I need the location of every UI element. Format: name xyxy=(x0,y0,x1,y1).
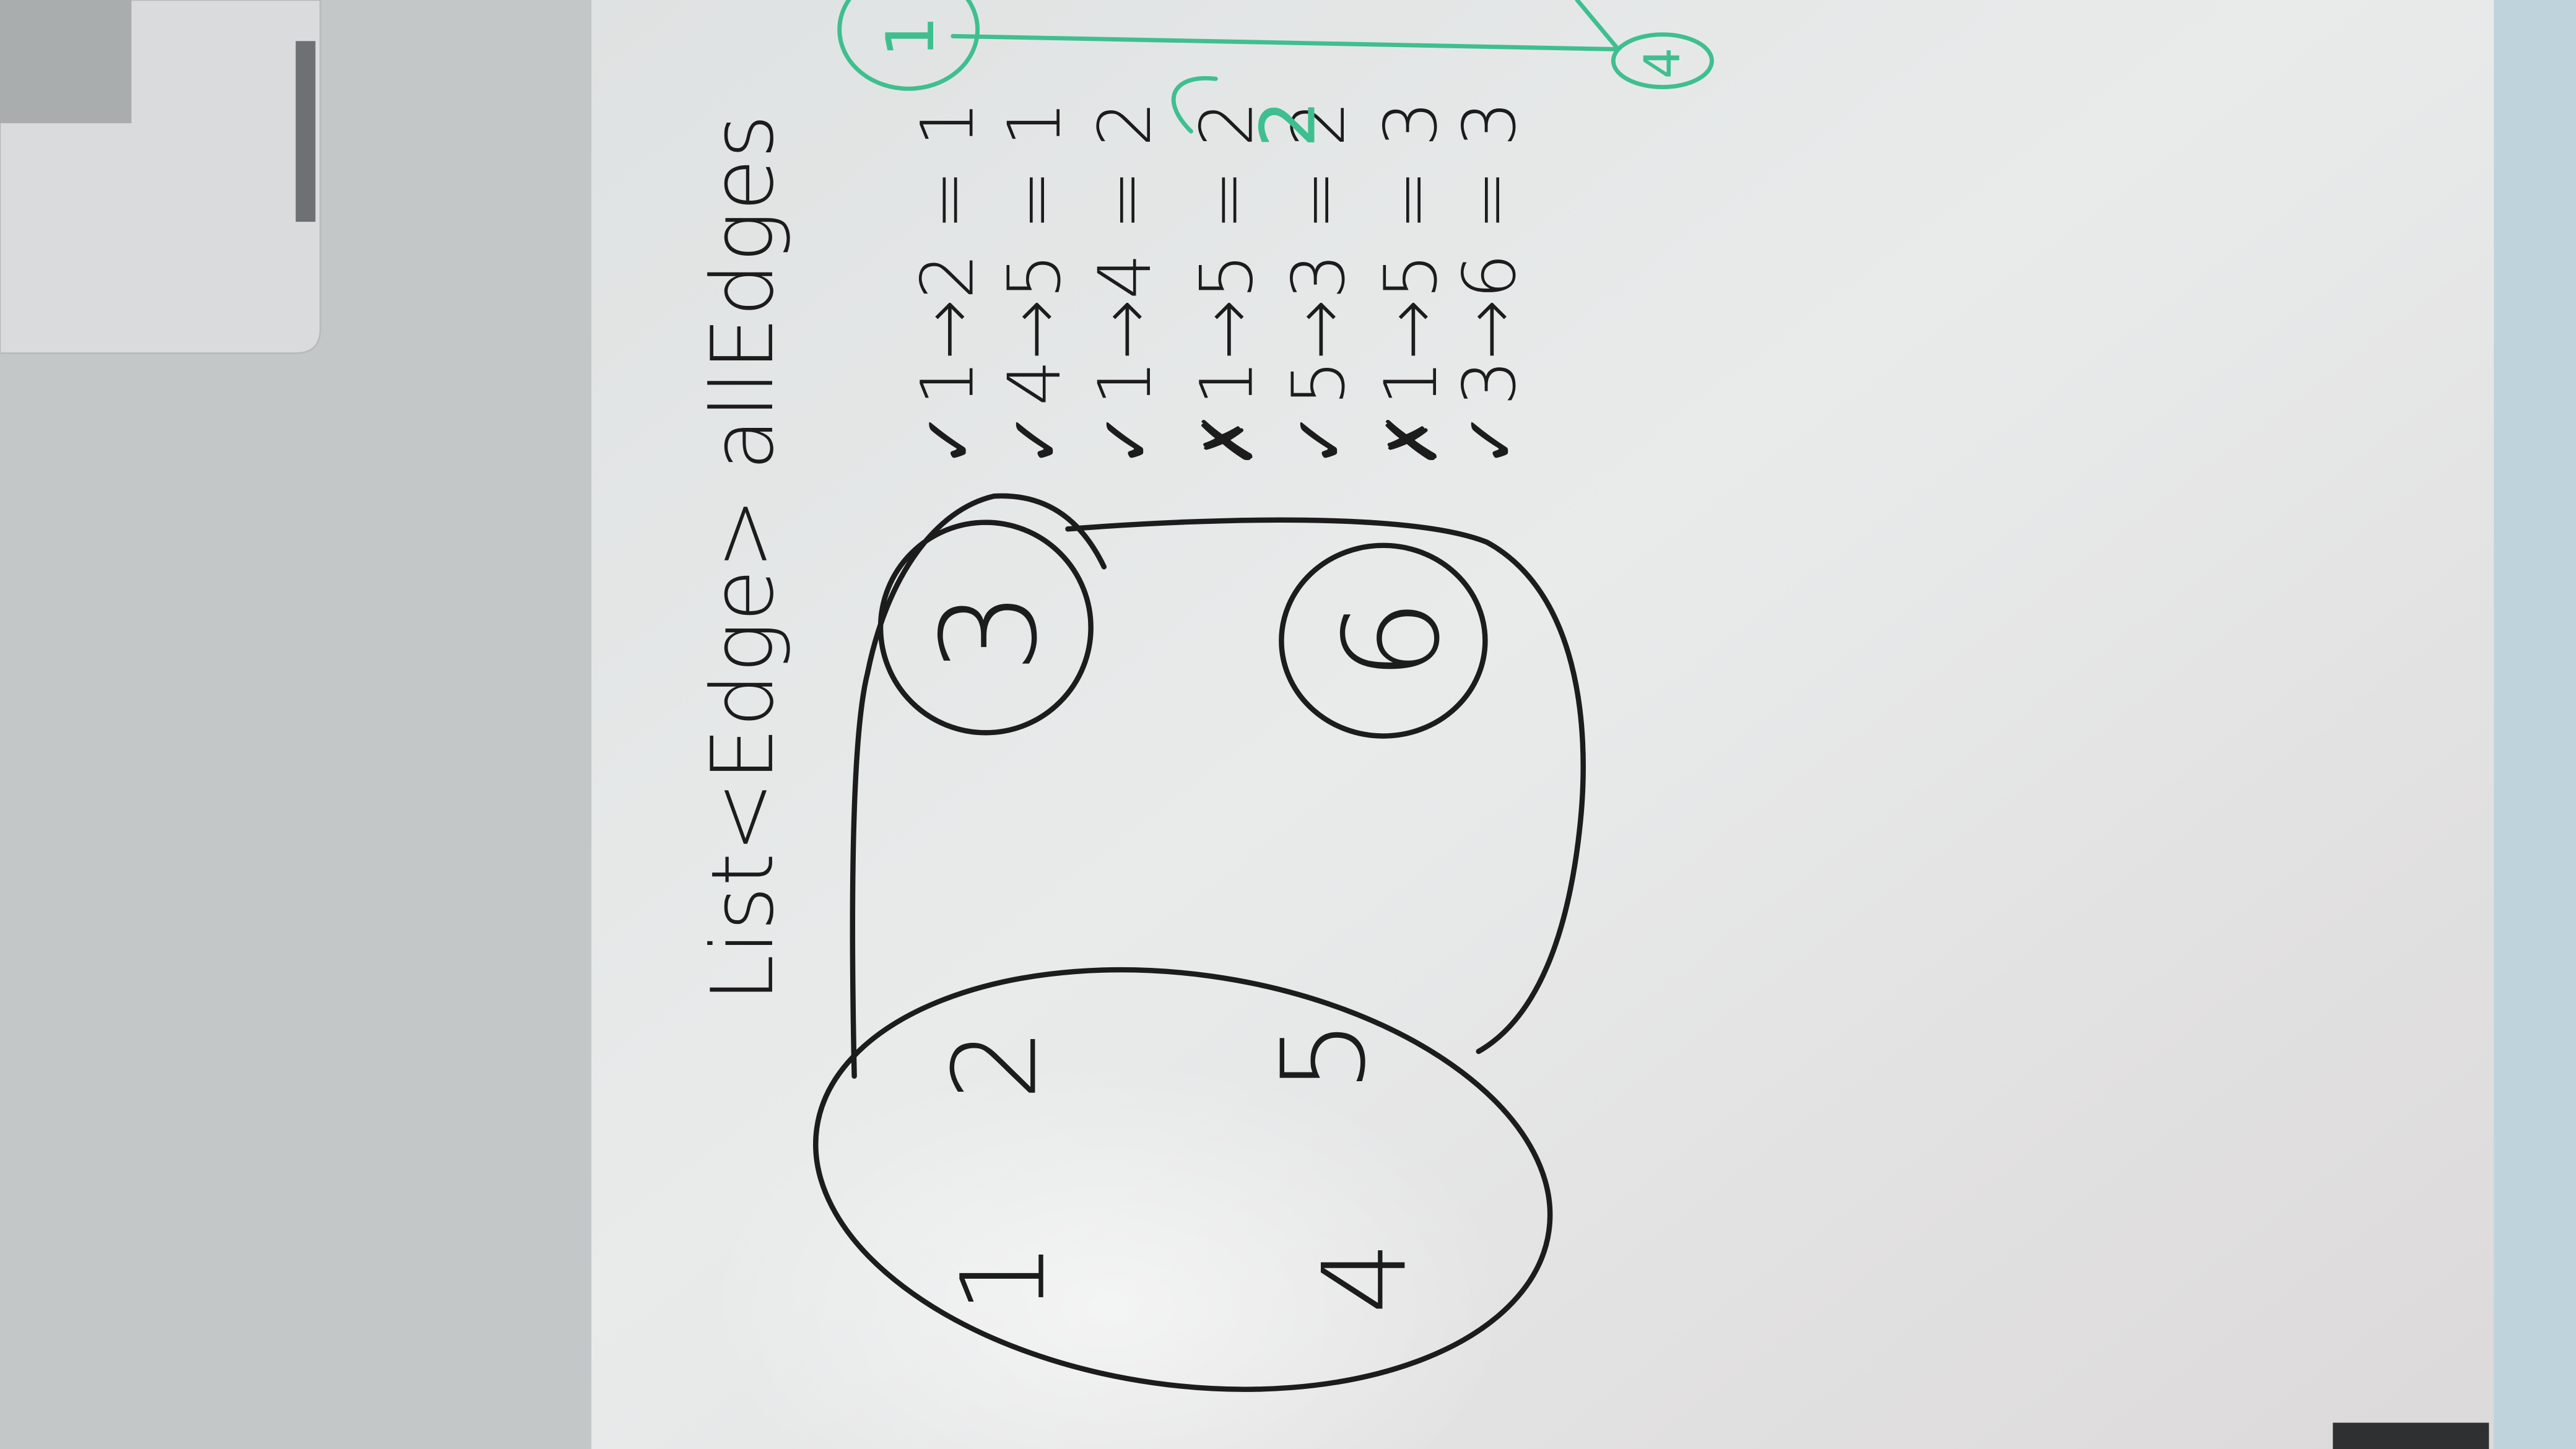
edge-row: ✓3→6 = 3 xyxy=(1448,101,1532,468)
edge-text: 1→4 = 2 xyxy=(1083,101,1167,406)
node-5: 5 xyxy=(1257,1019,1391,1092)
edge-mark: ✗ xyxy=(1189,411,1269,468)
edge-text: 3→6 = 3 xyxy=(1448,101,1532,406)
edge-row: ✗1→5 = 3 xyxy=(1369,101,1453,468)
device-vent xyxy=(0,0,132,123)
edge-row: ✓1→2 = 1 xyxy=(906,101,990,468)
heading-text: List<Edge> allEdges xyxy=(693,114,793,1002)
node-3: 3 xyxy=(913,590,1066,674)
node-2: 2 xyxy=(928,1027,1062,1100)
edge-mark: ✓ xyxy=(1281,411,1360,468)
whiteboard-frame xyxy=(2494,0,2576,1449)
edge-row: ✗1→5 = 2 xyxy=(1185,101,1269,468)
node-4: 4 xyxy=(1298,1241,1432,1314)
edge-mark: ✗ xyxy=(1373,411,1453,468)
green-node-b: 4 xyxy=(1633,48,1690,79)
whiteboard-photo: List<Edge> allEdges 1 2 4 5 3 6 ✓1→2 = 1… xyxy=(0,0,2576,1449)
edge-text: 1→5 = 3 xyxy=(1369,101,1453,406)
edge-mark: ✓ xyxy=(1451,411,1531,468)
edge-row: ✓5→3 = 2 xyxy=(1277,101,1361,468)
edge-mark: ✓ xyxy=(910,411,990,468)
marker-tray-object xyxy=(2333,1422,2489,1449)
green-node-a: 1 xyxy=(872,15,949,58)
edge-mark: ✓ xyxy=(996,411,1076,468)
edge-list: ✓1→2 = 1 ✓4→5 = 1 ✓1→4 = 2 ✗1→5 = 2 ✓5→3… xyxy=(906,101,1533,468)
edge-mark: ✓ xyxy=(1087,411,1167,468)
edge-text: 4→5 = 1 xyxy=(993,101,1077,406)
green-weight: 2 xyxy=(1244,100,1332,148)
node-1: 1 xyxy=(937,1241,1071,1314)
node-6: 6 xyxy=(1316,598,1469,682)
edge-row: ✓4→5 = 1 xyxy=(993,101,1077,468)
edge-text: 1→2 = 1 xyxy=(906,101,990,406)
device-slot xyxy=(295,41,316,222)
edge-row: ✓1→4 = 2 xyxy=(1083,101,1167,468)
